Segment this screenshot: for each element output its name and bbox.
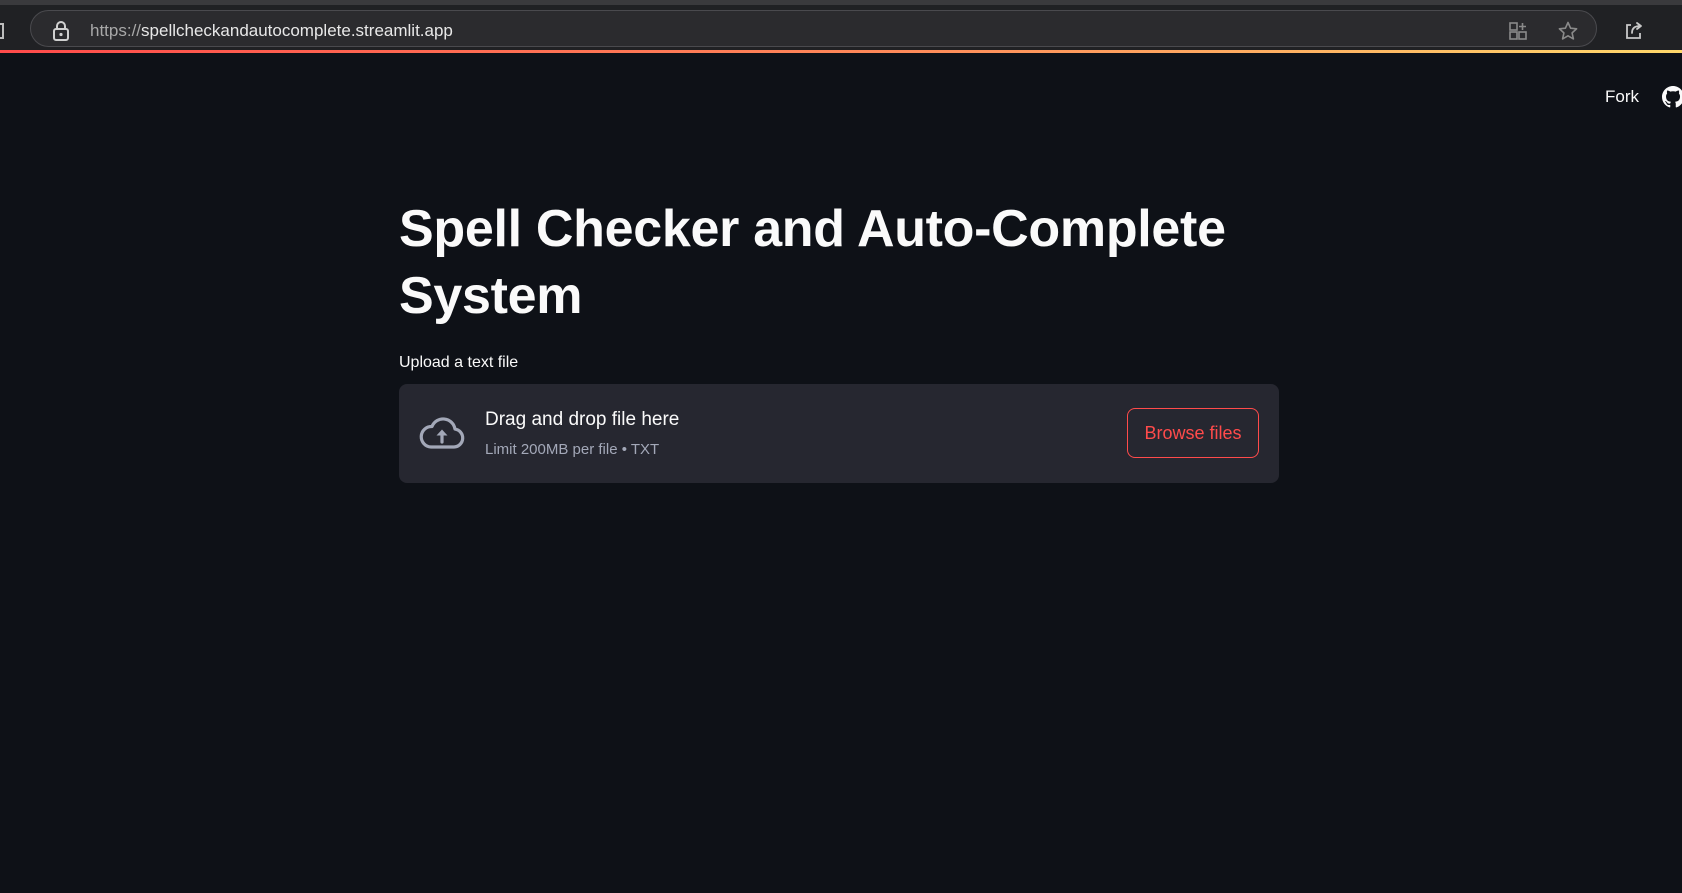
app-install-icon[interactable] xyxy=(1507,20,1529,42)
page-title: Spell Checker and Auto-Complete System xyxy=(399,200,1226,325)
tab-edge-icon xyxy=(0,23,4,39)
url-host: spellcheckandautocomplete.streamlit.app xyxy=(141,21,453,40)
lock-icon[interactable] xyxy=(52,21,70,41)
dropzone-limit-text: Limit 200MB per file • TXT xyxy=(485,441,660,458)
file-dropzone[interactable]: Drag and drop file here Limit 200MB per … xyxy=(399,384,1279,483)
cloud-upload-icon xyxy=(419,417,465,449)
url-text[interactable]: https://spellcheckandautocomplete.stream… xyxy=(90,21,453,41)
browse-files-button[interactable]: Browse files xyxy=(1127,408,1259,458)
star-icon[interactable] xyxy=(1557,20,1579,42)
file-uploader-label: Upload a text file xyxy=(399,354,519,371)
url-protocol: https:// xyxy=(90,21,142,40)
browser-toolbar: https://spellcheckandautocomplete.stream… xyxy=(0,0,1682,52)
fork-button[interactable]: Fork xyxy=(1605,87,1639,107)
github-icon[interactable] xyxy=(1662,86,1682,108)
dropzone-instructions: Drag and drop file here xyxy=(485,409,680,430)
share-icon[interactable] xyxy=(1623,20,1645,42)
top-decoration-bar xyxy=(0,50,1682,53)
